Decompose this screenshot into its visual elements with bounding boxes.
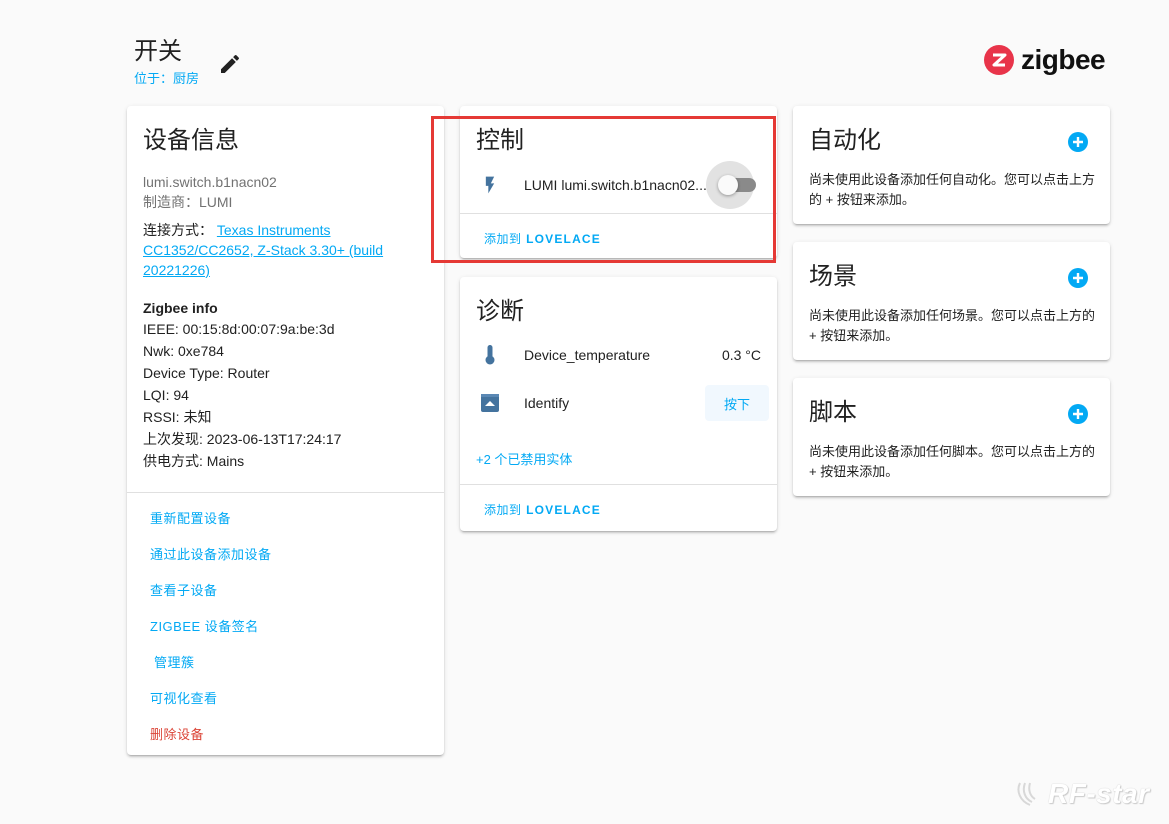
add-devices-via-this-button[interactable]: 通过此设备添加设备 <box>150 544 272 563</box>
manage-clusters-button[interactable]: 管理簇 <box>154 652 195 671</box>
divider <box>460 213 777 214</box>
switch-entity-row[interactable]: LUMI lumi.switch.b1nacn02... <box>460 161 777 209</box>
scenes-empty-text: 尚未使用此设备添加任何场景。您可以点击上方的 + 按钮来添加。 <box>809 308 1096 343</box>
control-card: 控制 LUMI lumi.switch.b1nacn02... 添加到 LOVE… <box>460 106 777 258</box>
control-title: 控制 <box>476 127 524 154</box>
identify-button-icon <box>478 391 502 415</box>
automations-empty-text: 尚未使用此设备添加任何自动化。您可以点击上方的 + 按钮来添加。 <box>809 172 1096 207</box>
zigbee-info-heading: Zigbee info <box>143 300 218 316</box>
disabled-entities-link[interactable]: +2 个已禁用实体 <box>476 449 572 468</box>
zigbee-signature-button[interactable]: ZIGBEE 设备签名 <box>150 616 259 635</box>
zigbee-device-type: Device Type: Router <box>143 365 270 381</box>
temperature-entity-row[interactable]: Device_temperature 0.3 °C <box>460 335 777 375</box>
edit-device-button[interactable] <box>218 52 242 76</box>
add-scene-button[interactable] <box>1068 268 1088 288</box>
diagnostics-add-to-lovelace-button[interactable]: 添加到 LOVELACE <box>484 501 601 518</box>
zigbee-rssi: RSSI: 未知 <box>143 409 212 425</box>
visualize-button[interactable]: 可视化查看 <box>150 688 218 707</box>
watermark: RF-star <box>1014 778 1150 810</box>
reconfigure-device-button[interactable]: 重新配置设备 <box>150 508 231 527</box>
pencil-icon <box>221 54 240 73</box>
switch-toggle[interactable] <box>706 161 756 209</box>
zigbee-last-seen: 上次发现: 2023-06-13T17:24:17 <box>143 431 342 447</box>
device-manufacturer: 制造商：LUMI <box>143 194 233 210</box>
switch-entity-name[interactable]: LUMI lumi.switch.b1nacn02... <box>524 177 707 193</box>
zigbee-logo-icon <box>984 45 1014 75</box>
automations-title: 自动化 <box>809 127 881 154</box>
page-header: 开关 位于：厨房 <box>134 38 199 87</box>
scripts-title: 脚本 <box>809 399 857 426</box>
automations-card: 自动化 尚未使用此设备添加任何自动化。您可以点击上方的 + 按钮来添加。 <box>793 106 1110 224</box>
add-to-label: 添加到 <box>484 232 522 246</box>
device-info-title: 设备信息 <box>143 127 239 154</box>
thermometer-icon <box>478 343 502 367</box>
connection-info: 连接方式： Texas Instruments CC1352/CC2652, Z… <box>143 220 433 280</box>
watermark-text: RF-star <box>1048 778 1150 809</box>
zigbee-lqi: LQI: 94 <box>143 387 189 403</box>
diagnostics-title: 诊断 <box>476 298 524 325</box>
connection-label: 连接方式： <box>143 222 213 238</box>
identify-entity-name[interactable]: Identify <box>524 395 569 411</box>
wave-logo-icon <box>1017 782 1036 806</box>
device-info-card: 设备信息 lumi.switch.b1nacn02 制造商：LUMI 连接方式：… <box>127 106 444 755</box>
divider <box>460 484 777 485</box>
control-add-to-lovelace-button[interactable]: 添加到 LOVELACE <box>484 230 601 247</box>
add-automation-button[interactable] <box>1068 132 1088 152</box>
scenes-card: 场景 尚未使用此设备添加任何场景。您可以点击上方的 + 按钮来添加。 <box>793 242 1110 360</box>
add-script-button[interactable] <box>1068 404 1088 424</box>
plus-icon <box>1073 273 1083 283</box>
scripts-card: 脚本 尚未使用此设备添加任何脚本。您可以点击上方的 + 按钮来添加。 <box>793 378 1110 496</box>
temperature-entity-name[interactable]: Device_temperature <box>524 347 650 363</box>
add-to-label: 添加到 <box>484 503 522 517</box>
plus-icon <box>1073 409 1083 419</box>
zigbee-power-source: 供电方式: Mains <box>143 453 245 469</box>
device-name: 开关 <box>134 38 182 65</box>
scenes-title: 场景 <box>809 263 857 290</box>
zigbee-nwk: Nwk: 0xe784 <box>143 343 224 359</box>
identify-press-button[interactable]: 按下 <box>705 385 769 421</box>
lovelace-label: LOVELACE <box>526 232 602 246</box>
device-area-link[interactable]: 位于：厨房 <box>134 68 199 87</box>
divider <box>127 492 444 493</box>
plus-icon <box>1073 137 1083 147</box>
lovelace-label: LOVELACE <box>526 503 602 517</box>
diagnostics-card: 诊断 Device_temperature 0.3 °C Identify 按下… <box>460 277 777 531</box>
temperature-value: 0.3 °C <box>721 347 761 363</box>
zigbee-logo-text: zigbee <box>1021 44 1106 75</box>
view-children-button[interactable]: 查看子设备 <box>150 580 218 599</box>
scripts-empty-text: 尚未使用此设备添加任何脚本。您可以点击上方的 + 按钮来添加。 <box>809 444 1096 479</box>
toggle-thumb <box>718 175 738 195</box>
device-model: lumi.switch.b1nacn02 <box>143 174 277 190</box>
delete-device-button[interactable]: 删除设备 <box>150 724 204 743</box>
zigbee-logo: zigbee <box>984 44 1106 75</box>
flash-icon <box>478 173 502 197</box>
zigbee-ieee: IEEE: 00:15:8d:00:07:9a:be:3d <box>143 321 335 337</box>
identify-entity-row[interactable]: Identify 按下 <box>460 383 777 423</box>
